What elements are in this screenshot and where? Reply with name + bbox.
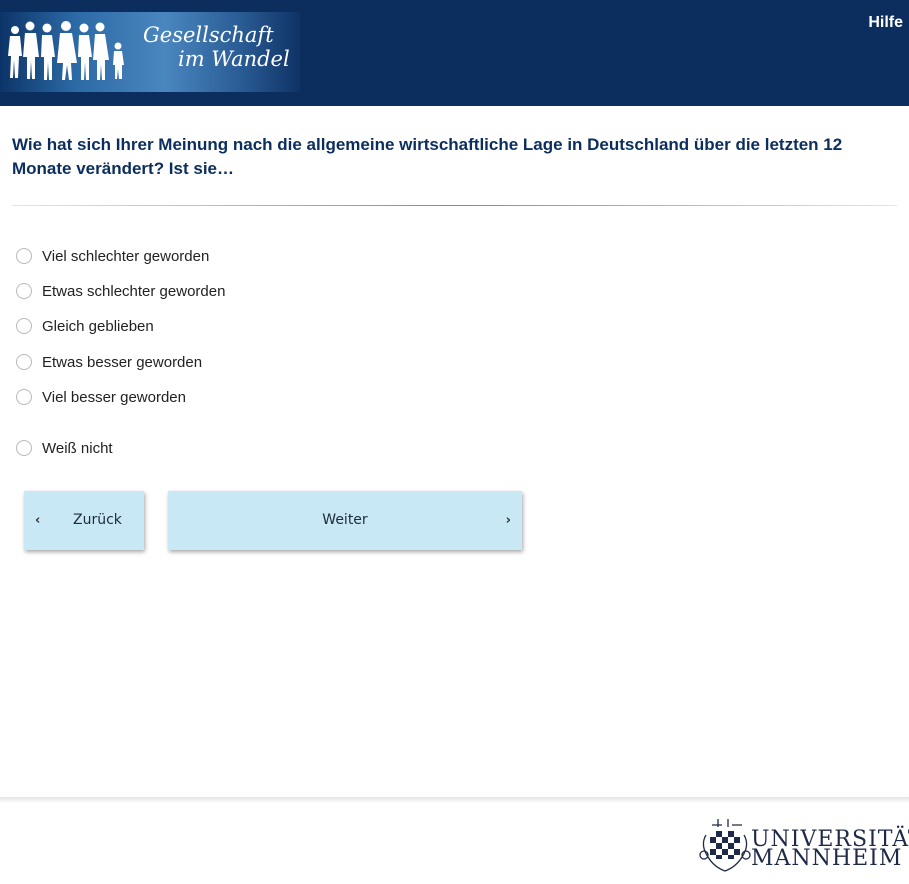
chevron-left-icon: ‹ — [35, 513, 41, 528]
university-crest-icon — [699, 819, 751, 872]
answer-option-label: Viel schlechter geworden — [42, 247, 210, 265]
people-silhouettes-icon — [8, 21, 124, 80]
answer-option[interactable]: Etwas schlechter geworden — [16, 281, 225, 301]
logo-title-line1: Gesellschaft — [143, 23, 274, 47]
radio-button[interactable] — [16, 440, 32, 456]
next-button-label: Weiter — [322, 512, 368, 528]
back-button[interactable]: ‹ Zurück — [24, 491, 144, 550]
radio-button[interactable] — [16, 248, 32, 264]
radio-button[interactable] — [16, 389, 32, 405]
question-text: Wie hat sich Ihrer Meinung nach die allg… — [12, 135, 843, 178]
answer-option-label: Weiß nicht — [42, 439, 113, 457]
header-bar: Gesellschaft im Wandel Hilfe — [0, 0, 909, 106]
university-name-line2: MANNHEIM — [751, 846, 903, 871]
radio-button[interactable] — [16, 318, 32, 334]
answer-option[interactable]: Etwas besser geworden — [16, 352, 202, 372]
answer-option-dont-know[interactable]: Weiß nicht — [16, 438, 113, 458]
gesellschaft-im-wandel-logo: Gesellschaft im Wandel — [0, 12, 300, 92]
footer-divider — [0, 797, 909, 803]
question-divider — [12, 205, 897, 206]
radio-button[interactable] — [16, 354, 32, 370]
answer-option[interactable]: Gleich geblieben — [16, 316, 154, 336]
universitaet-mannheim-logo: UNIVERSITÄT MANNHEIM — [698, 815, 909, 873]
answer-option-label: Viel besser geworden — [42, 388, 186, 406]
answer-option-label: Etwas besser geworden — [42, 353, 203, 371]
answer-option[interactable]: Viel besser geworden — [16, 387, 186, 407]
chevron-right-icon: › — [505, 513, 511, 528]
back-button-label: Zurück — [73, 512, 122, 528]
radio-button[interactable] — [16, 283, 32, 299]
answer-option-label: Gleich geblieben — [42, 317, 154, 335]
next-button[interactable]: Weiter › — [168, 491, 522, 550]
answer-option[interactable]: Viel schlechter geworden — [16, 246, 209, 266]
logo-title-line2: im Wandel — [178, 47, 290, 71]
help-link[interactable]: Hilfe — [868, 14, 903, 32]
answer-option-label: Etwas schlechter geworden — [42, 282, 226, 300]
